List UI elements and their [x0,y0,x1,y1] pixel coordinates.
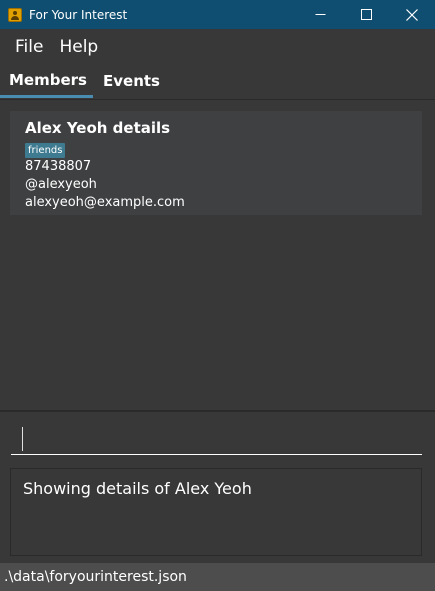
command-input[interactable] [11,424,422,455]
command-area [0,412,435,462]
member-phone: 87438807 [25,159,92,174]
menu-bar: File Help [0,29,435,64]
close-icon[interactable] [389,0,435,29]
window-title: For Your Interest [29,7,128,22]
menu-help[interactable]: Help [51,37,106,57]
tab-events[interactable]: Events [103,64,160,98]
window-controls [297,0,435,29]
status-bar: .\data\foryourinterest.json [0,563,435,591]
app-icon [8,7,22,22]
tab-members[interactable]: Members [0,64,93,98]
minimize-icon[interactable] [297,0,343,29]
title-bar: For Your Interest [0,0,435,29]
tab-bar: Members Events [0,64,435,100]
member-email: alexyeoh@example.com [25,195,185,210]
member-handle: @alexyeoh [25,177,97,192]
maximize-icon[interactable] [343,0,389,29]
text-caret [22,427,23,451]
menu-file[interactable]: File [7,37,51,57]
member-detail-panel: Alex Yeoh details friends 87438807 @alex… [0,100,435,410]
member-name: Alex Yeoh details [25,119,171,137]
member-card: Alex Yeoh details friends 87438807 @alex… [10,111,422,215]
result-display: Showing details of Alex Yeoh [10,468,422,556]
tag-badge: friends [25,143,66,158]
